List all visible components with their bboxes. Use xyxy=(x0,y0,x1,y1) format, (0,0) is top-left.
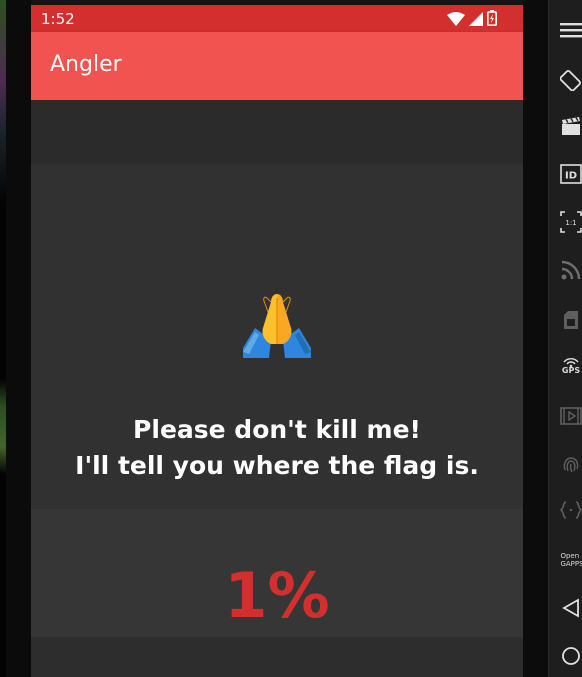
status-icons xyxy=(447,10,497,30)
wifi-icon xyxy=(447,11,465,30)
open-gapps-icon[interactable]: Open GAPPS xyxy=(560,548,582,572)
gps-label: GPS xyxy=(561,366,581,375)
emulator-toolbar: ID 1:1 GPS Open GAPPS xyxy=(548,0,582,677)
sim-icon[interactable] xyxy=(559,308,582,332)
id-icon[interactable]: ID xyxy=(559,162,582,186)
app-bar: Angler xyxy=(31,32,523,100)
message-line-1: Please don't kill me! xyxy=(133,415,421,444)
left-edge-strip xyxy=(0,0,31,677)
message-line-2: I'll tell you where the flag is. xyxy=(75,451,479,480)
menu-icon[interactable] xyxy=(559,18,582,42)
content-band xyxy=(31,637,523,677)
folded-hands-emoji xyxy=(241,288,313,360)
app-title: Angler xyxy=(50,52,122,77)
battery-icon xyxy=(487,10,497,30)
progress-percent: 1% xyxy=(224,559,330,632)
content-band xyxy=(31,100,523,164)
pixel-perfect-icon[interactable]: 1:1 xyxy=(559,210,582,234)
main-content: Please don't kill me! I'll tell you wher… xyxy=(31,100,523,677)
fingerprint-icon[interactable] xyxy=(559,452,582,476)
signal-icon xyxy=(469,11,483,30)
left-edge-artifact xyxy=(0,0,6,677)
gps-icon[interactable]: GPS xyxy=(559,354,582,378)
rotate-icon[interactable] xyxy=(559,68,582,92)
phone-screen: 1:52 Angler Please don't kill me! I'll t… xyxy=(31,5,523,677)
plea-message: Please don't kill me! I'll tell you wher… xyxy=(31,412,523,484)
code-icon[interactable] xyxy=(559,498,582,522)
screen-record-icon[interactable] xyxy=(559,404,582,428)
status-time: 1:52 xyxy=(41,10,75,28)
home-nav-icon[interactable] xyxy=(559,644,582,668)
open-gapps-label: Open GAPPS xyxy=(560,552,582,568)
back-nav-icon[interactable] xyxy=(559,596,582,620)
status-bar: 1:52 xyxy=(31,5,523,32)
media-icon[interactable] xyxy=(559,114,582,138)
id-label: ID xyxy=(565,171,577,182)
right-edge-gap xyxy=(523,0,548,677)
emulator-screen: 1:52 Angler Please don't kill me! I'll t… xyxy=(0,0,582,677)
pixel-perfect-label: 1:1 xyxy=(565,219,576,227)
network-icon[interactable] xyxy=(559,258,582,282)
